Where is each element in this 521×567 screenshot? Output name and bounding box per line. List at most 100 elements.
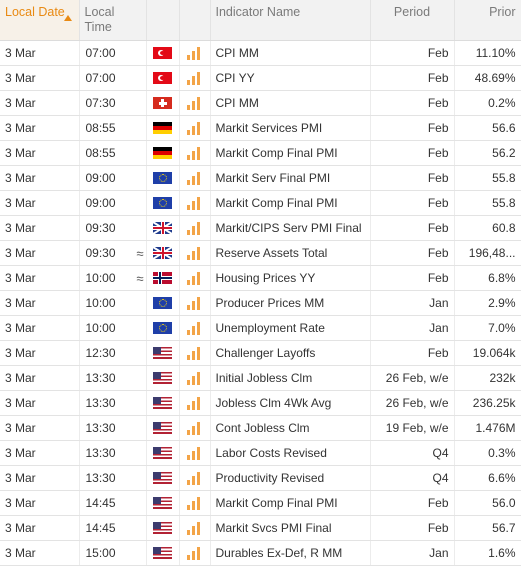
period-cell: Feb	[370, 65, 455, 91]
period-cell: Jan	[370, 315, 455, 341]
prior-cell: 196,48...	[454, 240, 521, 266]
time-value: 13:30	[85, 470, 116, 485]
importance-cell	[179, 365, 211, 391]
indicator-name-cell[interactable]: CPI YY	[210, 65, 371, 91]
indicator-name-cell[interactable]: Producer Prices MM	[210, 290, 371, 316]
table-row[interactable]: 3 Mar 14:45 Markit Svcs PMI Final Feb 56.7	[0, 515, 521, 541]
table-row[interactable]: 3 Mar 10:00 Producer Prices MM Jan 2.9%	[0, 290, 521, 316]
period-cell: Q4	[370, 440, 455, 466]
table-row[interactable]: 3 Mar 12:30 Challenger Layoffs Feb 19.064k	[0, 340, 521, 366]
table-row[interactable]: 3 Mar 13:30 Jobless Clm 4Wk Avg 26 Feb, w/e…	[0, 390, 521, 416]
country-cell	[146, 440, 180, 466]
table-row[interactable]: 3 Mar 07:30 CPI MM Feb 0.2%	[0, 90, 521, 116]
date-cell: 3 Mar	[0, 290, 80, 316]
indicator-name-cell[interactable]: Markit Comp Final PMI	[210, 490, 371, 516]
time-value: 10:00	[85, 320, 116, 335]
indicator-name-cell[interactable]: Reserve Assets Total	[210, 240, 371, 266]
country-cell	[146, 465, 180, 491]
importance-bars-icon	[186, 246, 204, 260]
table-row[interactable]: 3 Mar 10:00 Unemployment Rate Jan 7.0%	[0, 315, 521, 341]
time-value: 09:30	[85, 245, 116, 260]
prior-cell: 2.9%	[454, 290, 521, 316]
table-row[interactable]: 3 Mar 10:00 ≈ Housing Prices YY Feb 6.8%	[0, 265, 521, 291]
table-row[interactable]: 3 Mar 14:45 Markit Comp Final PMI Feb 56.0	[0, 490, 521, 516]
period-cell: Feb	[370, 240, 455, 266]
importance-cell	[179, 290, 211, 316]
table-row[interactable]: 3 Mar 15:00 Durables Ex-Def, R MM Jan 1.6%	[0, 540, 521, 566]
table-row[interactable]: 3 Mar 09:00 Markit Serv Final PMI Feb 55.8	[0, 165, 521, 191]
date-cell: 3 Mar	[0, 240, 80, 266]
column-header-local-date[interactable]: Local Date	[0, 0, 80, 41]
turkey-flag-icon	[153, 47, 172, 60]
indicator-name-cell[interactable]: Markit Svcs PMI Final	[210, 515, 371, 541]
period-cell: Feb	[370, 265, 455, 291]
norway-flag-icon	[153, 272, 172, 285]
turkey-flag-icon	[153, 72, 172, 85]
importance-bars-icon	[186, 546, 204, 560]
indicator-name-cell[interactable]: Initial Jobless Clm	[210, 365, 371, 391]
indicator-name-cell[interactable]: Jobless Clm 4Wk Avg	[210, 390, 371, 416]
us-flag-icon	[153, 472, 172, 485]
period-cell: Feb	[370, 165, 455, 191]
prior-cell: 1.6%	[454, 540, 521, 566]
importance-bars-icon	[186, 46, 204, 60]
indicator-name-cell[interactable]: Markit Services PMI	[210, 115, 371, 141]
importance-bars-icon	[186, 446, 204, 460]
table-row[interactable]: 3 Mar 07:00 CPI YY Feb 48.69%	[0, 65, 521, 91]
country-cell	[146, 115, 180, 141]
table-row[interactable]: 3 Mar 13:30 Labor Costs Revised Q4 0.3%	[0, 440, 521, 466]
column-header-indicator-name[interactable]: Indicator Name	[210, 0, 371, 41]
indicator-name-cell[interactable]: Markit Comp Final PMI	[210, 140, 371, 166]
table-row[interactable]: 3 Mar 09:30 ≈ Reserve Assets Total Feb 196,48…	[0, 240, 521, 266]
importance-cell	[179, 140, 211, 166]
table-row[interactable]: 3 Mar 09:00 Markit Comp Final PMI Feb 55.8	[0, 190, 521, 216]
prior-cell: 60.8	[454, 215, 521, 241]
time-cell: 12:30	[79, 340, 147, 366]
table-row[interactable]: 3 Mar 08:55 Markit Comp Final PMI Feb 56.2	[0, 140, 521, 166]
column-header-period[interactable]: Period	[370, 0, 455, 41]
importance-bars-icon	[186, 271, 204, 285]
column-header-importance[interactable]	[179, 0, 211, 41]
table-row[interactable]: 3 Mar 09:30 Markit/CIPS Serv PMI Final Feb 6…	[0, 215, 521, 241]
indicator-name-cell[interactable]: Labor Costs Revised	[210, 440, 371, 466]
importance-bars-icon	[186, 496, 204, 510]
importance-bars-icon	[186, 421, 204, 435]
importance-cell	[179, 65, 211, 91]
column-header-prior[interactable]: Prior	[454, 0, 521, 41]
indicator-name-cell[interactable]: Productivity Revised	[210, 465, 371, 491]
period-cell: Jan	[370, 290, 455, 316]
prior-cell: 19.064k	[454, 340, 521, 366]
country-cell	[146, 265, 180, 291]
indicator-name-cell[interactable]: Challenger Layoffs	[210, 340, 371, 366]
time-cell: 13:30	[79, 415, 147, 441]
indicator-name-cell[interactable]: Markit Serv Final PMI	[210, 165, 371, 191]
time-value: 07:00	[85, 70, 116, 85]
indicator-name-cell[interactable]: Durables Ex-Def, R MM	[210, 540, 371, 566]
prior-cell: 6.6%	[454, 465, 521, 491]
indicator-name-cell[interactable]: Markit/CIPS Serv PMI Final	[210, 215, 371, 241]
indicator-name-cell[interactable]: CPI MM	[210, 90, 371, 116]
time-cell: 10:00	[79, 315, 147, 341]
period-cell: Feb	[370, 490, 455, 516]
header-row: Local Date Local Time Indicator Name Per…	[0, 0, 521, 41]
table-row[interactable]: 3 Mar 13:30 Productivity Revised Q4 6.6%	[0, 465, 521, 491]
importance-cell	[179, 440, 211, 466]
prior-cell: 1.476M	[454, 415, 521, 441]
country-cell	[146, 40, 180, 66]
table-row[interactable]: 3 Mar 13:30 Initial Jobless Clm 26 Feb, w/e…	[0, 365, 521, 391]
prior-cell: 56.7	[454, 515, 521, 541]
indicator-name-cell[interactable]: Unemployment Rate	[210, 315, 371, 341]
column-header-flag[interactable]	[146, 0, 180, 41]
country-cell	[146, 365, 180, 391]
table-row[interactable]: 3 Mar 07:00 CPI MM Feb 11.10%	[0, 40, 521, 66]
prior-cell: 232k	[454, 365, 521, 391]
column-header-local-time[interactable]: Local Time	[79, 0, 147, 41]
period-cell: Jan	[370, 540, 455, 566]
indicator-name-cell[interactable]: CPI MM	[210, 40, 371, 66]
indicator-name-cell[interactable]: Housing Prices YY	[210, 265, 371, 291]
table-row[interactable]: 3 Mar 08:55 Markit Services PMI Feb 56.6	[0, 115, 521, 141]
country-cell	[146, 215, 180, 241]
table-row[interactable]: 3 Mar 13:30 Cont Jobless Clm 19 Feb, w/e 1.4…	[0, 415, 521, 441]
indicator-name-cell[interactable]: Cont Jobless Clm	[210, 415, 371, 441]
indicator-name-cell[interactable]: Markit Comp Final PMI	[210, 190, 371, 216]
